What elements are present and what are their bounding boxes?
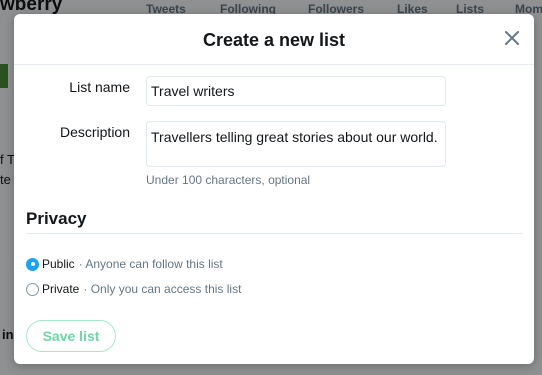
public-radio[interactable] — [26, 257, 39, 271]
private-radio-description: · Only you can access this list — [83, 282, 242, 296]
dialog-title: Create a new list — [202, 30, 346, 50]
dialog-header: Create a new list — [14, 14, 534, 65]
public-radio-description: · Anyone can follow this list — [78, 257, 223, 271]
create-list-dialog: Create a new list List name Description … — [14, 14, 534, 364]
privacy-divider — [26, 233, 522, 234]
description-input[interactable]: Travellers telling great stories about o… — [146, 121, 446, 167]
save-list-button[interactable]: Save list — [26, 320, 116, 352]
close-icon[interactable] — [502, 28, 522, 48]
description-label: Description — [59, 124, 130, 140]
privacy-option-private[interactable]: Private · Only you can access this list — [26, 282, 241, 296]
privacy-heading: Privacy — [26, 209, 87, 228]
public-radio-label: Public — [42, 257, 75, 271]
list-name-input[interactable] — [146, 76, 446, 106]
list-name-label: List name — [69, 79, 130, 95]
privacy-option-public[interactable]: Public · Anyone can follow this list — [26, 257, 223, 271]
private-radio-label: Private — [42, 282, 80, 296]
private-radio[interactable] — [26, 282, 39, 296]
description-hint: Under 100 characters, optional — [146, 173, 311, 187]
